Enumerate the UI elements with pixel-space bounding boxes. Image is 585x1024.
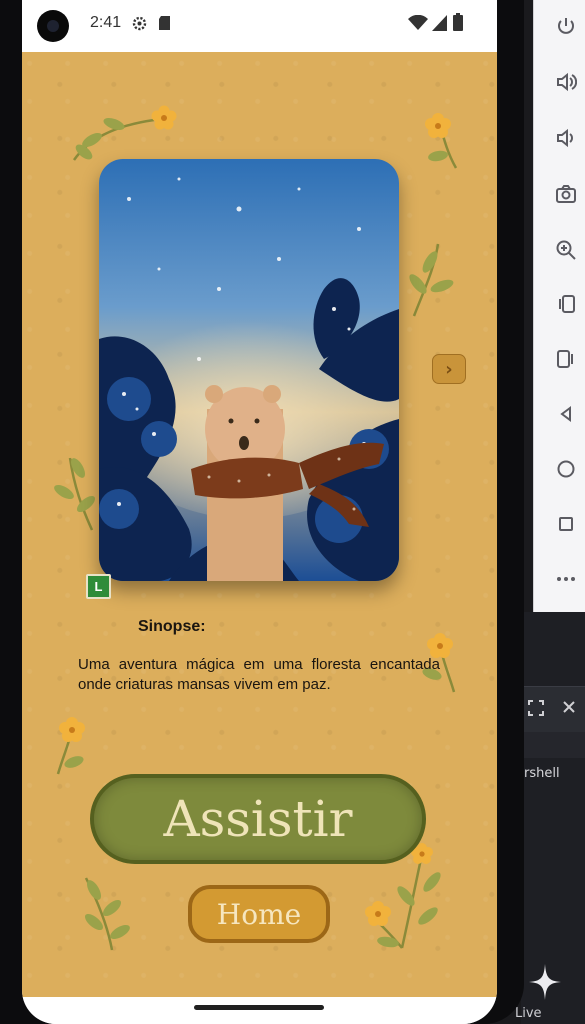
flower-decoration-icon — [56, 717, 85, 775]
overview-icon[interactable] — [552, 510, 580, 538]
leaf-decoration-icon — [409, 243, 454, 317]
age-rating-badge: L — [86, 574, 111, 599]
expand-icon[interactable] — [527, 699, 545, 721]
status-time: 2:41 — [90, 14, 122, 31]
phone-frame: 2:41 › L Sinopse: Uma aventura mágica em… — [0, 0, 524, 1024]
phone-screen: 2:41 › L Sinopse: Uma aventura mágica em… — [22, 0, 497, 1024]
rotate-right-icon[interactable] — [552, 345, 580, 373]
terminal-tabline — [521, 732, 585, 758]
leaf-decoration-icon — [54, 457, 96, 531]
settings-gear-icon — [131, 15, 148, 36]
home-icon[interactable] — [552, 455, 580, 483]
synopsis-text: Uma aventura mágica em uma floresta enca… — [78, 656, 440, 693]
close-icon[interactable] — [561, 699, 577, 719]
chevron-right-icon: › — [445, 358, 453, 380]
signal-icon — [432, 15, 447, 35]
terminal-toolbar — [521, 686, 585, 733]
home-button[interactable]: Home — [188, 885, 330, 943]
home-gesture-pill[interactable] — [194, 1005, 324, 1010]
front-camera — [37, 10, 69, 42]
camera-icon[interactable] — [552, 180, 580, 208]
back-icon[interactable] — [552, 400, 580, 428]
footer-live-label: Live — [515, 1006, 542, 1021]
rotate-left-icon[interactable] — [552, 290, 580, 318]
next-button[interactable]: › — [432, 354, 466, 384]
emulator-controls-panel — [533, 0, 585, 612]
flower-decoration-icon — [72, 105, 177, 161]
leaf-decoration-icon — [84, 877, 130, 951]
flower-decoration-icon — [425, 113, 458, 169]
volume-down-icon[interactable] — [552, 124, 580, 152]
watch-button[interactable]: Assistir — [90, 774, 426, 864]
sparkle-icon[interactable] — [527, 962, 563, 1006]
power-icon[interactable] — [552, 12, 580, 40]
volume-up-icon[interactable] — [552, 68, 580, 96]
sd-card-icon — [158, 15, 171, 35]
synopsis-label: Sinopse: — [138, 618, 206, 635]
zoom-in-icon[interactable] — [552, 236, 580, 264]
more-icon[interactable] — [552, 565, 580, 593]
movie-detail-screen: › L Sinopse: Uma aventura mágica em uma … — [22, 52, 497, 997]
gesture-nav-bar — [22, 997, 497, 1024]
battery-icon — [453, 13, 463, 35]
movie-poster[interactable] — [99, 159, 399, 581]
status-bar: 2:41 — [22, 0, 497, 52]
terminal-tab-label[interactable]: rshell — [524, 766, 560, 781]
wifi-icon — [408, 14, 428, 35]
